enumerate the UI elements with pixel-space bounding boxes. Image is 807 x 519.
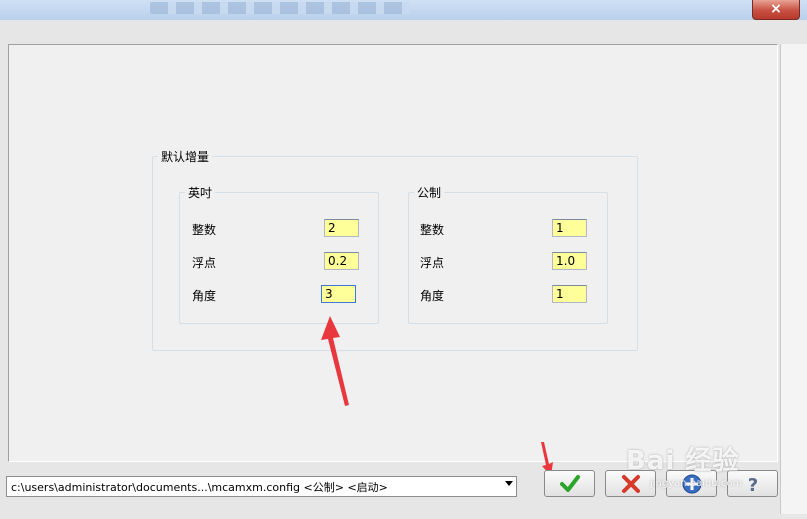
- metric-angle-label: 角度: [420, 289, 445, 303]
- config-file-path: c:\users\administrator\documents...\mcam…: [11, 481, 388, 494]
- side-strip: [780, 44, 807, 514]
- annotation-arrow-to-angle-field: [321, 316, 349, 406]
- metric-integer-label: 整数: [420, 223, 445, 237]
- watermark-url: jingyan.baidu.com: [650, 478, 743, 489]
- inch-angle-input[interactable]: [321, 285, 356, 303]
- default-increments-title: 默认增量: [161, 150, 210, 164]
- inch-float-input[interactable]: [324, 252, 359, 270]
- metric-float-label: 浮点: [420, 256, 445, 270]
- checkmark-icon: [559, 474, 580, 492]
- inch-float-label: 浮点: [192, 256, 217, 270]
- inch-group-title: 英吋: [188, 186, 213, 200]
- config-file-dropdown[interactable]: c:\users\administrator\documents...\mcam…: [6, 476, 517, 497]
- close-button[interactable]: ×: [752, 0, 800, 20]
- inch-angle-label: 角度: [192, 289, 217, 303]
- chevron-down-icon[interactable]: [505, 481, 513, 486]
- title-bar: ×: [0, 0, 807, 20]
- svg-text:?: ?: [747, 475, 757, 495]
- watermark-logo: Bai 经验: [626, 446, 740, 476]
- metric-angle-input[interactable]: [552, 285, 587, 303]
- inch-integer-input[interactable]: [324, 219, 359, 237]
- metric-integer-input[interactable]: [552, 219, 587, 237]
- title-bar-blurred-toolbar: [150, 2, 410, 14]
- ok-button[interactable]: [544, 470, 595, 497]
- metric-group-title: 公制: [417, 186, 442, 200]
- metric-float-input[interactable]: [552, 252, 587, 270]
- question-icon: ?: [747, 475, 757, 495]
- inch-integer-label: 整数: [192, 223, 217, 237]
